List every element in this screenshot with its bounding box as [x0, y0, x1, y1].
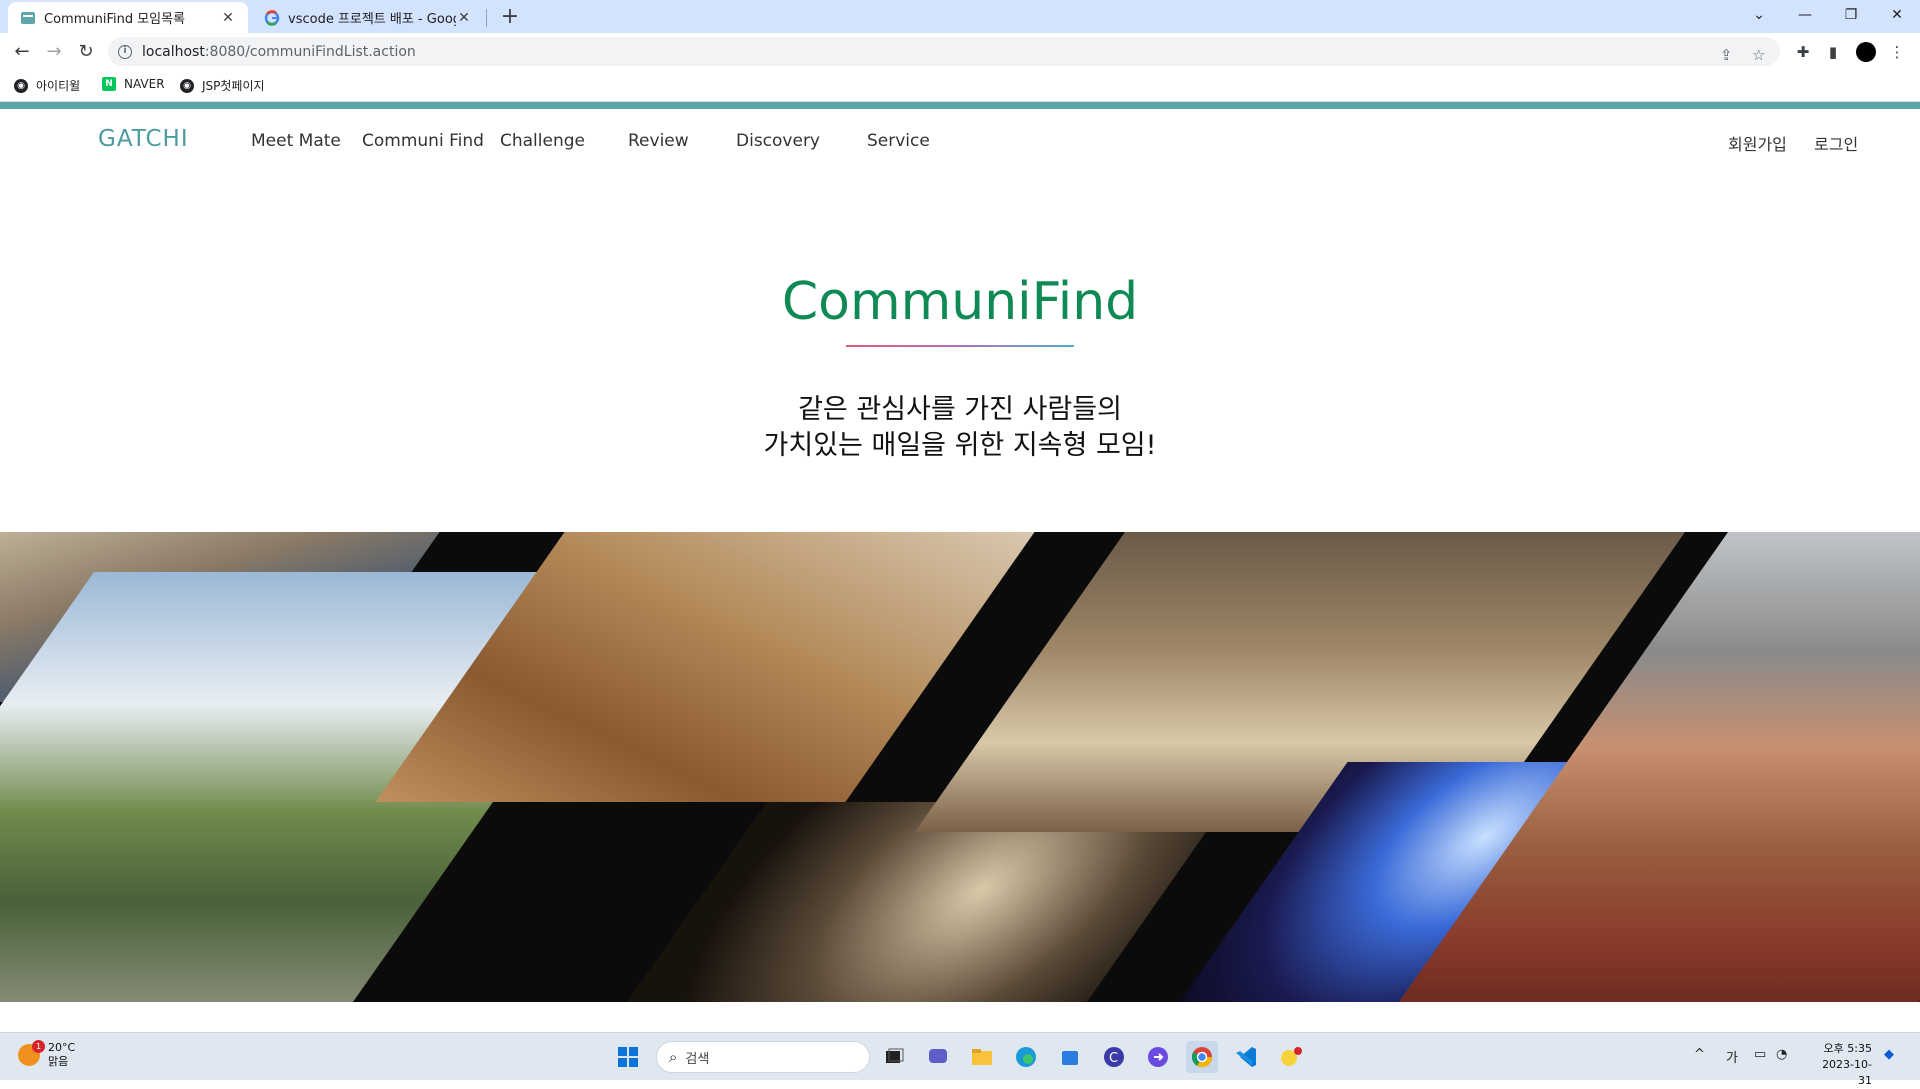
tab-communifind[interactable]: CommuniFind 모임목록 ✕: [8, 2, 248, 33]
close-window-button[interactable]: ✕: [1874, 0, 1920, 30]
nav-discovery[interactable]: Discovery: [736, 131, 820, 151]
show-hidden-icons[interactable]: ^: [1694, 1047, 1705, 1062]
clock-date: 2023-10-31: [1822, 1058, 1872, 1087]
task-view-icon[interactable]: [878, 1041, 910, 1073]
site-favicon-icon: [21, 11, 35, 24]
url-path: :8080/communiFindList.action: [204, 43, 416, 60]
windows-start-icon[interactable]: [612, 1041, 644, 1073]
subtitle-line-2: 가치있는 매일을 위한 지속형 모임!: [763, 430, 1157, 461]
hero-subtitle: 같은 관심사를 가진 사람들의 가치있는 매일을 위한 지속형 모임!: [0, 392, 1920, 464]
title-underline: [846, 345, 1074, 347]
vscode-icon[interactable]: [1230, 1041, 1262, 1073]
nav-challenge[interactable]: Challenge: [500, 131, 585, 151]
clock-time: 오후 5:35: [1823, 1042, 1872, 1055]
page-title: CommuniFind: [781, 272, 1139, 332]
site-info-icon[interactable]: i: [118, 44, 132, 59]
windows-taskbar: 1 20°C 맑음 ⌕ 검색 C ^ 가 ▭ ◔ 오후 5:35 2023-10…: [0, 1032, 1920, 1087]
browser-tab-strip: CommuniFind 모임목록 ✕ vscode 프로젝트 배포 - Goog…: [0, 0, 1920, 33]
site-logo[interactable]: GATCHI: [98, 126, 189, 152]
sun-icon: 1: [18, 1040, 45, 1066]
close-tab-icon[interactable]: ✕: [220, 10, 236, 26]
notification-badge: 1: [32, 1040, 45, 1053]
extensions-icon[interactable]: ✚: [1792, 41, 1814, 63]
weather-text: 20°C 맑음: [48, 1041, 75, 1069]
side-panel-icon[interactable]: ▮: [1822, 41, 1844, 63]
weather-desc: 맑음: [48, 1055, 69, 1068]
bookmarks-bar: ◉ 아이티윌 N NAVER ◉ JSP첫페이지: [0, 71, 1920, 102]
address-bar[interactable]: i localhost:8080/communiFindList.action …: [108, 37, 1780, 66]
page-bottom-space: [0, 1002, 1920, 1032]
site-navigation: GATCHI Meet Mate Communi Find Challenge …: [0, 109, 1920, 169]
nav-service[interactable]: Service: [867, 131, 930, 151]
tab-search-icon[interactable]: ⌄: [1736, 0, 1782, 30]
hero-photo-collage: [0, 532, 1920, 1002]
sticky-notes-icon[interactable]: [1274, 1041, 1306, 1073]
login-link[interactable]: 로그인: [1814, 131, 1858, 155]
tab-separator: [486, 9, 487, 27]
minimize-button[interactable]: —: [1782, 0, 1828, 30]
bookmark-star-icon[interactable]: ☆: [1752, 46, 1765, 64]
subtitle-line-1: 같은 관심사를 가진 사람들의: [798, 394, 1122, 425]
close-tab-icon[interactable]: ✕: [456, 10, 472, 26]
app-c-icon[interactable]: C: [1098, 1041, 1130, 1073]
app-arrow-icon[interactable]: [1142, 1041, 1174, 1073]
google-icon: [264, 9, 280, 26]
naver-icon: N: [102, 77, 116, 91]
restore-button[interactable]: ❐: [1828, 0, 1874, 30]
globe-icon: ◉: [14, 78, 28, 93]
url-text: localhost:8080/communiFindList.action: [142, 44, 416, 60]
search-icon: ⌕: [669, 1048, 678, 1066]
svg-text:C: C: [1109, 1051, 1118, 1066]
store-icon[interactable]: [1054, 1041, 1086, 1073]
profile-avatar[interactable]: [1856, 42, 1876, 62]
bookmark-label: JSP첫페이지: [202, 79, 265, 93]
bookmark-jsp[interactable]: ◉ JSP첫페이지: [180, 77, 265, 94]
weather-temp: 20°C: [48, 1041, 76, 1054]
reload-button[interactable]: ↻: [72, 38, 100, 66]
weather-widget[interactable]: 1 20°C 맑음: [18, 1040, 75, 1069]
network-icon[interactable]: ▭: [1754, 1047, 1766, 1062]
ime-indicator[interactable]: 가: [1726, 1047, 1738, 1066]
tab-title: CommuniFind 모임목록: [44, 12, 186, 27]
tab-title: vscode 프로젝트 배포 - Google: [288, 12, 456, 27]
nav-review[interactable]: Review: [628, 131, 689, 151]
notification-bell-icon[interactable]: ◆: [1884, 1047, 1894, 1062]
volume-icon[interactable]: ◔: [1776, 1047, 1787, 1062]
taskbar-search[interactable]: ⌕ 검색: [656, 1041, 870, 1073]
bookmark-label: NAVER: [124, 77, 165, 91]
teams-chat-icon[interactable]: [922, 1041, 954, 1073]
browser-toolbar: ← → ↻ i localhost:8080/communiFindList.a…: [0, 33, 1920, 71]
bookmark-label: 아이티윌: [36, 79, 81, 93]
signup-link[interactable]: 회원가입: [1728, 131, 1787, 155]
system-clock[interactable]: 오후 5:35 2023-10-31: [1810, 1041, 1872, 1089]
nav-communi-find[interactable]: Communi Find: [362, 131, 484, 151]
tab-google-search[interactable]: vscode 프로젝트 배포 - Google ✕: [252, 2, 484, 33]
edge-icon[interactable]: [1010, 1041, 1042, 1073]
share-icon[interactable]: ⇪: [1720, 46, 1733, 64]
forward-button[interactable]: →: [40, 38, 68, 66]
url-host: localhost: [142, 43, 205, 60]
nav-meet-mate[interactable]: Meet Mate: [251, 131, 341, 151]
back-button[interactable]: ←: [8, 38, 36, 66]
chrome-icon[interactable]: [1186, 1041, 1218, 1073]
top-accent-bar: [0, 102, 1920, 109]
web-page: GATCHI Meet Mate Communi Find Challenge …: [0, 102, 1920, 1032]
bookmark-naver[interactable]: N NAVER: [102, 77, 165, 91]
photo-band: [612, 802, 1228, 1002]
bookmark-itwill[interactable]: ◉ 아이티윌: [14, 77, 80, 94]
chrome-menu-icon[interactable]: ⋮: [1886, 41, 1908, 63]
search-placeholder: 검색: [685, 1051, 710, 1067]
globe-icon: ◉: [180, 78, 194, 93]
file-explorer-icon[interactable]: [966, 1041, 998, 1073]
new-tab-button[interactable]: +: [496, 4, 524, 32]
